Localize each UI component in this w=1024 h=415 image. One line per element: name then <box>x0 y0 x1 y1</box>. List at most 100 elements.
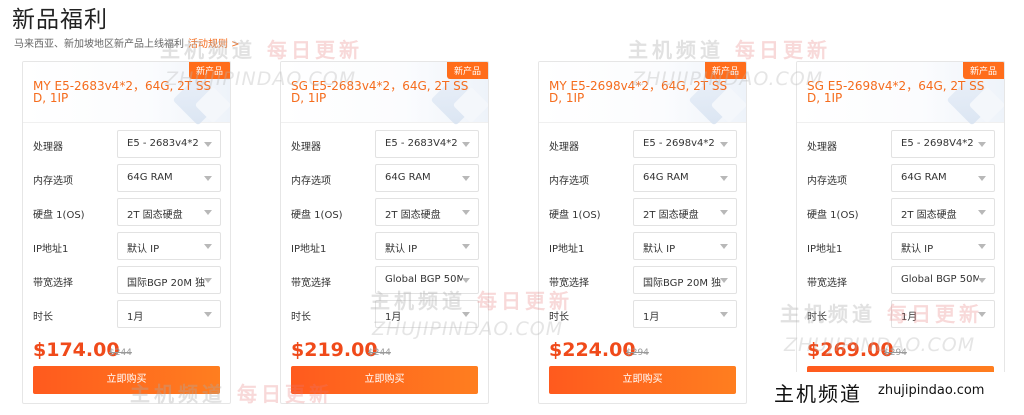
chevron-down-icon <box>978 244 986 249</box>
ip-select[interactable]: 默认 IP <box>375 232 479 260</box>
ip-label: IP地址1 <box>807 244 843 255</box>
ip-row: IP地址1 默认 IP <box>23 229 230 263</box>
buy-now-button[interactable]: 立即购买 <box>549 366 736 394</box>
duration-select[interactable]: 1月 <box>117 300 221 328</box>
disk-select[interactable]: 2T 固态硬盘 <box>633 198 737 226</box>
cpu-label: 处理器 <box>33 142 63 153</box>
product-card: 新产品 MY E5-2698v4*2，64G, 2T SSD, 1IP 处理器 E… <box>538 61 747 404</box>
ram-label: 内存选项 <box>807 176 847 187</box>
cpu-value: E5 - 2698v4*2 <box>643 138 715 149</box>
chevron-down-icon <box>204 312 212 317</box>
subtitle-text: 马来西亚、新加坡地区新产品上线福利 <box>14 39 184 50</box>
watermark-text: 每日更新 <box>734 38 831 62</box>
bandwidth-value: Global BGP 50M <box>901 274 979 285</box>
cpu-label: 处理器 <box>549 142 579 153</box>
price-row: $174.00 $244 <box>23 331 230 365</box>
disk-value: 2T 固态硬盘 <box>901 210 957 221</box>
buy-now-button[interactable]: 立即购买 <box>33 366 220 394</box>
price-row: $224.00 $294 <box>539 331 746 365</box>
ram-select[interactable]: 64G RAM <box>891 164 995 192</box>
disk-value: 2T 固态硬盘 <box>127 210 183 221</box>
cpu-row: 处理器 E5 - 2698V4*2 <box>797 127 1004 161</box>
current-price: $174.00 <box>33 339 120 361</box>
disk-select[interactable]: 2T 固态硬盘 <box>375 198 479 226</box>
product-card: 新产品 SG E5-2698v4*2，64G, 2T SSD, 1IP 处理器 E… <box>796 61 1005 404</box>
ram-select[interactable]: 64G RAM <box>375 164 479 192</box>
ram-label: 内存选项 <box>33 176 73 187</box>
ip-label: IP地址1 <box>33 244 69 255</box>
activity-rules-link[interactable]: 活动规则 > <box>188 39 240 50</box>
bandwidth-value: Global BGP 50M <box>385 274 463 285</box>
ip-value: 默认 IP <box>643 244 676 255</box>
bandwidth-select[interactable]: 国际BGP 20M 独 <box>633 266 737 294</box>
duration-row: 时长 1月 <box>281 297 488 331</box>
ip-row: IP地址1 默认 IP <box>281 229 488 263</box>
disk-value: 2T 固态硬盘 <box>385 210 441 221</box>
bandwidth-row: 带宽选择 国际BGP 20M 独 <box>23 263 230 297</box>
disk-select[interactable]: 2T 固态硬盘 <box>117 198 221 226</box>
product-card: 新产品 SG E5-2683v4*2，64G, 2T SSD, 1IP 处理器 E… <box>280 61 489 404</box>
price-row: $219.00 $244 <box>281 331 488 365</box>
duration-select[interactable]: 1月 <box>375 300 479 328</box>
bandwidth-row: 带宽选择 Global BGP 50M <box>281 263 488 297</box>
ram-label: 内存选项 <box>291 176 331 187</box>
chevron-down-icon <box>720 142 728 147</box>
chevron-down-icon <box>204 210 212 215</box>
duration-label: 时长 <box>33 312 53 323</box>
cpu-select[interactable]: E5 - 2683v4*2 <box>117 130 221 158</box>
chevron-down-icon <box>720 312 728 317</box>
ip-label: IP地址1 <box>291 244 327 255</box>
card-header: 新产品 MY E5-2698v4*2，64G, 2T SSD, 1IP <box>539 62 746 126</box>
cpu-select[interactable]: E5 - 2683V4*2 <box>375 130 479 158</box>
chevron-down-icon <box>978 278 986 283</box>
cpu-row: 处理器 E5 - 2683v4*2 <box>23 127 230 161</box>
bandwidth-value: 国际BGP 20M 独 <box>643 278 721 289</box>
cpu-value: E5 - 2683v4*2 <box>127 138 199 149</box>
cpu-select[interactable]: E5 - 2698v4*2 <box>633 130 737 158</box>
bandwidth-row: 带宽选择 Global BGP 50M <box>797 263 1004 297</box>
bandwidth-select[interactable]: Global BGP 50M <box>375 266 479 294</box>
disk-label: 硬盘 1(OS) <box>33 210 85 221</box>
ip-select[interactable]: 默认 IP <box>117 232 221 260</box>
duration-select[interactable]: 1月 <box>633 300 737 328</box>
cpu-label: 处理器 <box>807 142 837 153</box>
bandwidth-select[interactable]: Global BGP 50M <box>891 266 995 294</box>
ip-row: IP地址1 默认 IP <box>539 229 746 263</box>
duration-select[interactable]: 1月 <box>891 300 995 328</box>
duration-row: 时长 1月 <box>23 297 230 331</box>
product-title: SG E5-2698v4*2，64G, 2T SSD, 1IP <box>807 79 985 105</box>
cpu-value: E5 - 2698V4*2 <box>901 138 974 149</box>
ip-select[interactable]: 默认 IP <box>633 232 737 260</box>
duration-value: 1月 <box>643 312 660 323</box>
ip-select[interactable]: 默认 IP <box>891 232 995 260</box>
buy-now-button[interactable]: 立即购买 <box>291 366 478 394</box>
disk-label: 硬盘 1(OS) <box>807 210 859 221</box>
cpu-row: 处理器 E5 - 2683V4*2 <box>281 127 488 161</box>
disk-row: 硬盘 1(OS) 2T 固态硬盘 <box>281 195 488 229</box>
ram-label: 内存选项 <box>549 176 589 187</box>
chevron-down-icon <box>204 244 212 249</box>
chevron-down-icon <box>204 176 212 181</box>
ram-row: 内存选项 64G RAM <box>797 161 1004 195</box>
duration-label: 时长 <box>549 312 569 323</box>
cpu-select[interactable]: E5 - 2698V4*2 <box>891 130 995 158</box>
ip-row: IP地址1 默认 IP <box>797 229 1004 263</box>
ip-label: IP地址1 <box>549 244 585 255</box>
duration-label: 时长 <box>807 312 827 323</box>
card-header: 新产品 MY E5-2683v4*2，64G, 2T SSD, 1IP <box>23 62 230 126</box>
chevron-down-icon <box>978 210 986 215</box>
chevron-down-icon <box>462 142 470 147</box>
disk-row: 硬盘 1(OS) 2T 固态硬盘 <box>797 195 1004 229</box>
product-title: MY E5-2683v4*2，64G, 2T SSD, 1IP <box>33 79 212 105</box>
ram-value: 64G RAM <box>643 172 689 183</box>
disk-select[interactable]: 2T 固态硬盘 <box>891 198 995 226</box>
duration-value: 1月 <box>127 312 144 323</box>
chevron-down-icon <box>462 176 470 181</box>
bandwidth-label: 带宽选择 <box>33 278 73 289</box>
bandwidth-select[interactable]: 国际BGP 20M 独 <box>117 266 221 294</box>
brand-signature: 主机频道 zhujipindao.com <box>768 372 1018 410</box>
ram-select[interactable]: 64G RAM <box>117 164 221 192</box>
ram-select[interactable]: 64G RAM <box>633 164 737 192</box>
chevron-down-icon <box>978 312 986 317</box>
current-price: $269.00 <box>807 339 894 361</box>
